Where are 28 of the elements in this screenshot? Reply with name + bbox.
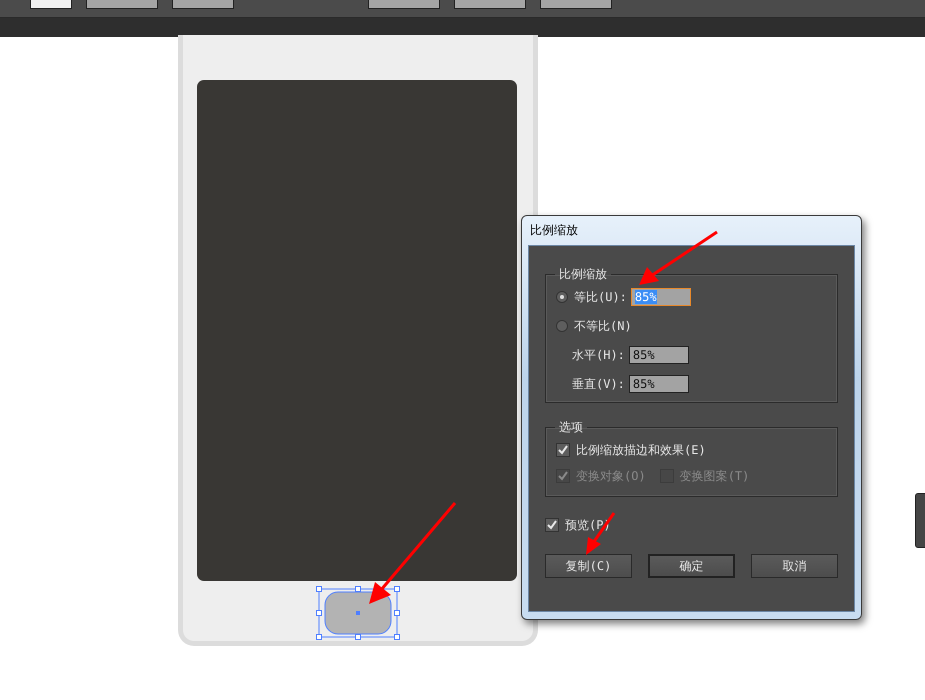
input-field[interactable]: 85% <box>630 288 691 306</box>
dropdown-field[interactable] <box>30 0 72 9</box>
panel-edge <box>915 493 925 548</box>
input-field[interactable]: 85% <box>628 346 689 364</box>
checkbox[interactable] <box>556 443 570 457</box>
radio-button[interactable] <box>556 320 568 332</box>
dropdown-field[interactable] <box>454 0 526 9</box>
dialog-button[interactable]: 确定 <box>648 554 736 578</box>
option-label: 等比(U): <box>574 288 627 306</box>
field-label: 垂直(V): <box>572 376 625 392</box>
dropdown-field[interactable] <box>86 0 158 9</box>
dropdown-field[interactable] <box>540 0 612 9</box>
dialog-button[interactable]: 复制(C) <box>545 554 632 578</box>
checkbox-label: 变换图案(T) <box>680 468 750 484</box>
checkbox-label: 比例缩放描边和效果(E) <box>576 442 706 458</box>
dropdown-field[interactable] <box>368 0 440 9</box>
dialog-title: 比例缩放 <box>529 222 578 239</box>
radio-button[interactable] <box>556 291 568 303</box>
checkbox[interactable] <box>545 518 559 532</box>
checkbox-label: 变换对象(O) <box>576 468 646 484</box>
option-label: 不等比(N) <box>574 318 632 334</box>
group-title: 选项 <box>558 419 584 436</box>
group-title: 比例缩放 <box>558 266 608 283</box>
selected-shape-drawing[interactable] <box>316 586 400 640</box>
input-field[interactable]: 85% <box>628 375 689 393</box>
field-label: 水平(H): <box>572 346 625 364</box>
dialog-button[interactable]: 取消 <box>751 554 838 578</box>
dropdown-field[interactable] <box>172 0 234 9</box>
